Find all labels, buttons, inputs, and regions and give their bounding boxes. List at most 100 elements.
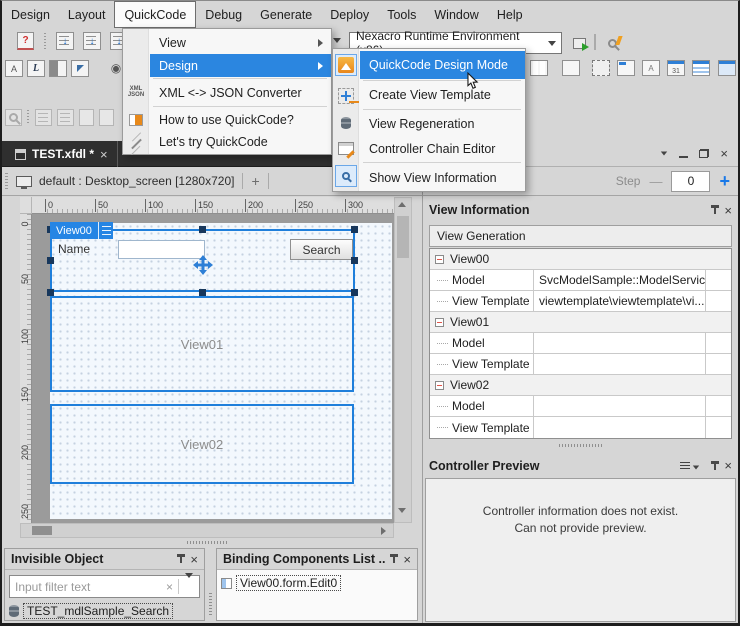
step-increase-button[interactable]: + xyxy=(719,172,730,190)
tree-row-model[interactable]: Model xyxy=(430,396,731,417)
static-text-icon[interactable]: A xyxy=(5,60,23,77)
page-icon-2[interactable] xyxy=(99,109,114,126)
toolbar-drag-grip[interactable] xyxy=(5,173,8,189)
help-guide-icon[interactable]: ? xyxy=(17,32,34,50)
scroll-up-icon[interactable] xyxy=(398,202,406,207)
menu-quickcode[interactable]: QuickCode xyxy=(114,1,196,28)
add-screen-button[interactable]: + xyxy=(251,173,259,189)
combo-list-component-icon[interactable] xyxy=(562,60,580,76)
view00-tag[interactable]: View00 xyxy=(50,222,113,239)
close-icon[interactable]: × xyxy=(724,203,732,218)
resize-handle[interactable] xyxy=(351,289,358,296)
menu-item-quickcode-design-mode[interactable]: QuickCode Design Mode xyxy=(360,51,525,79)
menu-item-show-view-information[interactable]: Show View Information xyxy=(333,164,525,191)
tree-group-view01[interactable]: View01 xyxy=(430,312,731,333)
collapse-minus-icon[interactable] xyxy=(435,318,444,327)
list-forward-icon[interactable] xyxy=(35,109,52,126)
list-remove-icon[interactable] xyxy=(57,109,74,126)
step-value-input[interactable] xyxy=(671,171,710,192)
clipboard-component-icon[interactable] xyxy=(718,60,736,76)
page-icon-1[interactable] xyxy=(79,109,94,126)
menu-debug[interactable]: Debug xyxy=(196,1,251,28)
resize-handle[interactable] xyxy=(351,226,358,233)
restore-icon[interactable] xyxy=(699,149,709,158)
horizontal-scroll-thumb[interactable] xyxy=(32,526,52,535)
panel-menu-icon[interactable] xyxy=(680,462,700,470)
textarea-component-icon[interactable]: A xyxy=(642,60,660,76)
pin-icon[interactable] xyxy=(714,462,716,470)
vertical-splitter[interactable] xyxy=(209,593,212,617)
filter-dropdown-icon[interactable] xyxy=(179,578,199,596)
tree-row-template[interactable]: View Template xyxy=(430,417,731,438)
hidden-combo-arrow-icon[interactable] xyxy=(333,38,341,43)
pin-icon[interactable] xyxy=(180,555,182,563)
tree-row-model[interactable]: Model SvcModelSample::ModelServic... xyxy=(430,270,731,291)
binding-component-item[interactable]: View00.form.Edit0 xyxy=(236,575,341,591)
clear-filter-icon[interactable]: × xyxy=(161,580,178,594)
menu-item-how-to-use[interactable]: How to use QuickCode? xyxy=(123,108,331,131)
resize-handle[interactable] xyxy=(47,289,54,296)
close-icon[interactable]: × xyxy=(190,552,198,567)
label-component-icon[interactable]: L xyxy=(27,60,45,77)
edit0-input[interactable] xyxy=(118,240,205,259)
menu-item-view-regeneration[interactable]: View Regeneration xyxy=(333,111,525,136)
minimize-icon[interactable] xyxy=(679,156,688,158)
select-window-icon[interactable] xyxy=(71,60,89,77)
pin-icon[interactable] xyxy=(393,555,395,563)
menu-design[interactable]: Design xyxy=(2,1,59,28)
vertical-scrollbar[interactable] xyxy=(394,197,412,523)
move-handle-icon[interactable] xyxy=(193,255,213,275)
invisible-object-item[interactable]: TEST_mdlSample_Search xyxy=(23,603,173,619)
scroll-down-icon[interactable] xyxy=(398,508,406,513)
horizontal-splitter[interactable] xyxy=(187,541,229,544)
tree-row-model[interactable]: Model xyxy=(430,333,731,354)
menu-item-design[interactable]: Design xyxy=(150,54,331,77)
view02-container[interactable]: View02 xyxy=(50,404,354,484)
menu-item-xml-json-converter[interactable]: XML <-> JSON Converter xyxy=(123,80,331,105)
quick-test-icon[interactable] xyxy=(601,33,623,53)
tree-group-view00[interactable]: View00 xyxy=(430,249,731,270)
tree-row-template[interactable]: View Template xyxy=(430,354,731,375)
close-icon[interactable]: × xyxy=(720,146,728,161)
panel-splitter[interactable] xyxy=(559,444,603,447)
calendar-component-icon[interactable]: 31 xyxy=(667,60,685,76)
selection-area-icon[interactable] xyxy=(592,60,610,76)
monthcalendar-component-icon[interactable] xyxy=(692,60,710,76)
launch-runtime-icon[interactable] xyxy=(569,34,589,52)
resize-handle[interactable] xyxy=(199,289,206,296)
view01-container[interactable]: View01 xyxy=(50,296,354,392)
resize-handle[interactable] xyxy=(199,226,206,233)
horizontal-scrollbar[interactable] xyxy=(20,523,394,538)
menu-layout[interactable]: Layout xyxy=(59,1,115,28)
split-panel-icon[interactable] xyxy=(49,60,67,77)
menu-generate[interactable]: Generate xyxy=(251,1,321,28)
step-decrease-button[interactable]: — xyxy=(649,174,662,189)
pin-icon[interactable] xyxy=(714,206,716,214)
menu-item-lets-try[interactable]: Let's try QuickCode xyxy=(123,131,331,153)
menu-tools[interactable]: Tools xyxy=(378,1,425,28)
menu-item-controller-chain-editor[interactable]: Controller Chain Editor xyxy=(333,136,525,161)
vertical-scroll-thumb[interactable] xyxy=(397,216,409,258)
view-tag-menu-icon[interactable] xyxy=(98,222,113,239)
resize-handle[interactable] xyxy=(47,257,54,264)
tab-test-xfdl[interactable]: TEST.xfdl * × xyxy=(6,141,118,167)
tree-group-view02[interactable]: View02 xyxy=(430,375,731,396)
import-model-icon-2[interactable]: ↓ xyxy=(83,32,101,50)
menu-help[interactable]: Help xyxy=(488,1,532,28)
tree-row-template[interactable]: View Template viewtemplate\viewtemplate\… xyxy=(430,291,731,312)
close-icon[interactable]: × xyxy=(403,552,411,567)
menu-item-view[interactable]: View xyxy=(123,31,331,54)
collapse-minus-icon[interactable] xyxy=(435,255,444,264)
checkbox-component-icon[interactable] xyxy=(530,60,548,76)
panel-menu-icon[interactable] xyxy=(658,151,668,156)
menu-item-create-view-template[interactable]: Create View Template xyxy=(333,82,525,108)
menu-deploy[interactable]: Deploy xyxy=(321,1,378,28)
resize-handle[interactable] xyxy=(351,257,358,264)
tab-close-icon[interactable]: × xyxy=(100,147,108,162)
filter-input[interactable] xyxy=(10,580,161,594)
collapse-minus-icon[interactable] xyxy=(435,381,444,390)
tab-component-icon[interactable] xyxy=(617,60,635,76)
import-model-icon-1[interactable]: ↓ xyxy=(56,32,74,50)
close-icon[interactable]: × xyxy=(724,458,732,473)
find-in-document-icon[interactable] xyxy=(5,109,22,126)
